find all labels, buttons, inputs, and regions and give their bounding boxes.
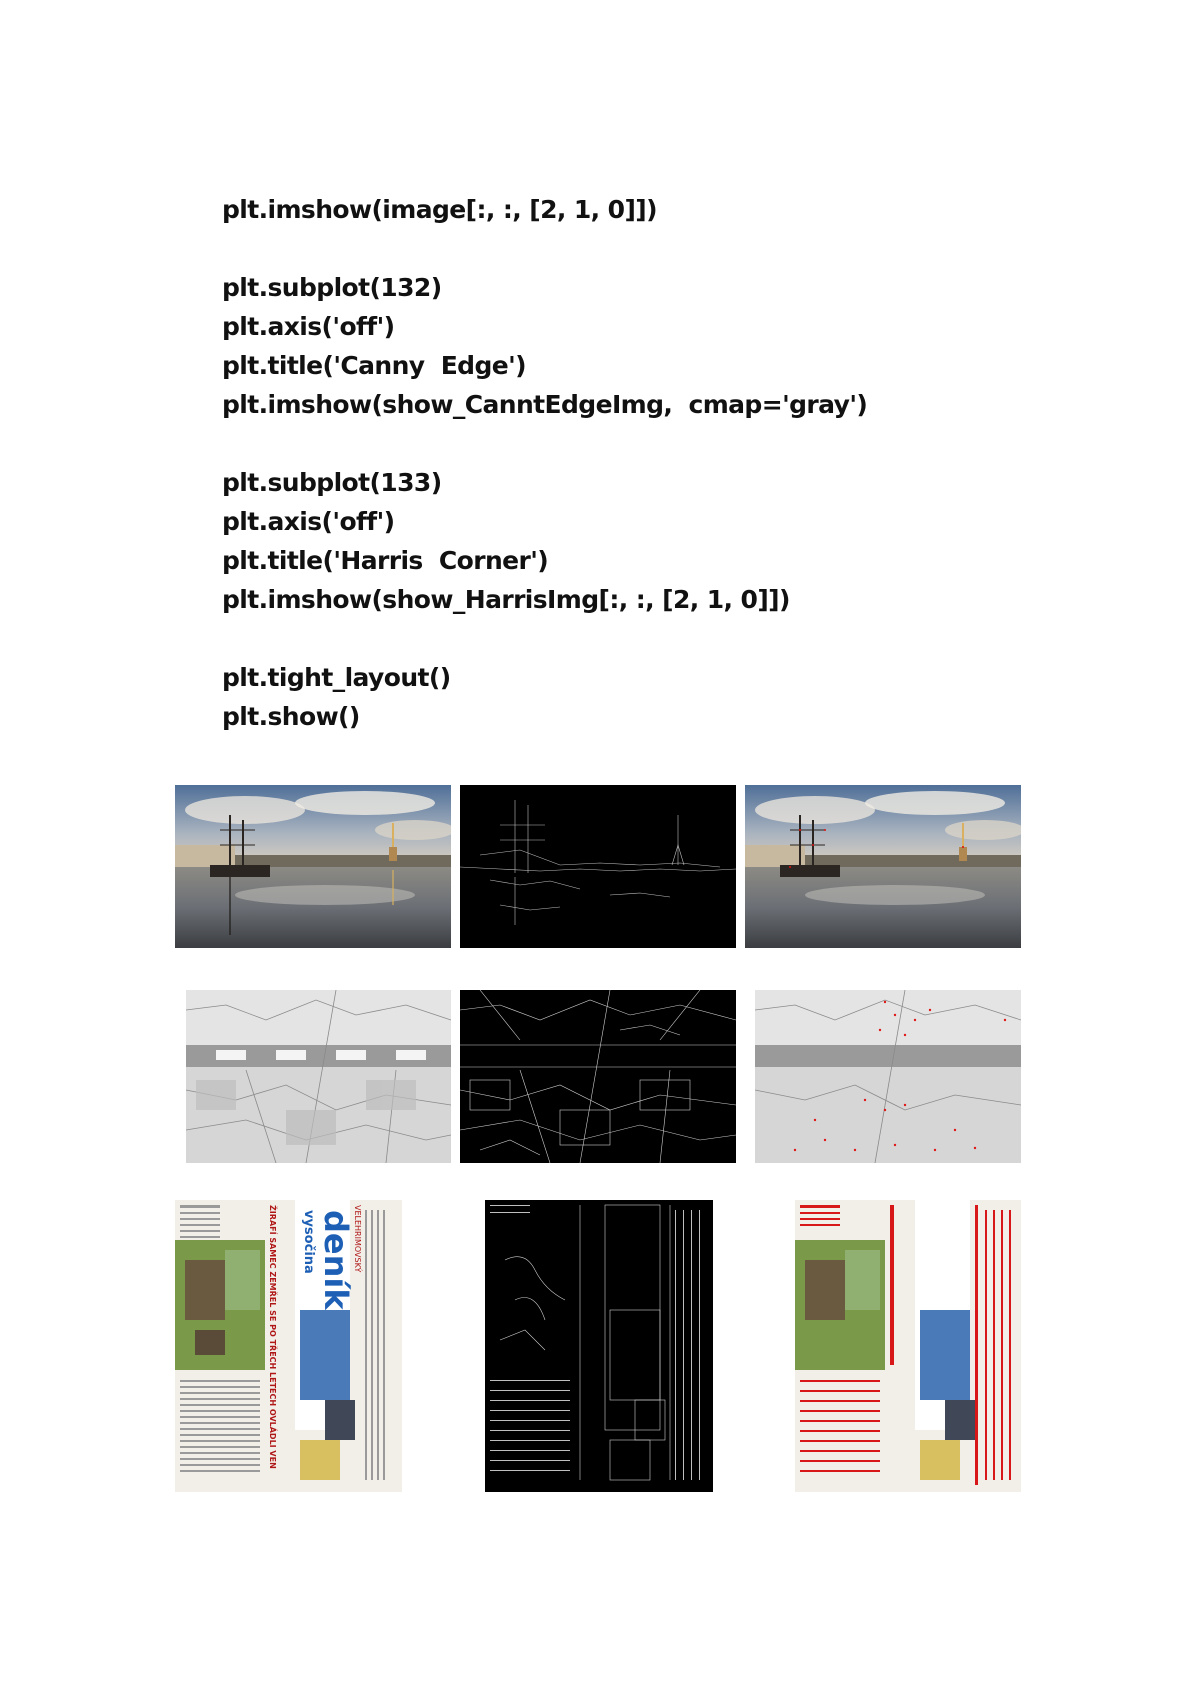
code-line: plt.axis('off')	[222, 507, 395, 536]
newspaper-top-line: VELEHRIMOVSKÝ	[353, 1205, 364, 1273]
code-line: plt.subplot(132)	[222, 273, 442, 302]
code-line: plt.imshow(show_HarrisImg[:, :, [2, 1, 0…	[222, 585, 790, 614]
map-original-image	[186, 990, 451, 1163]
harbor-canny-edge-image	[460, 785, 736, 948]
map-harris-corner-image	[755, 990, 1021, 1163]
newspaper-original-image: deník vysočina ŽIRAFÍ SAMEC ZEMŘEL SE PO…	[175, 1200, 402, 1492]
map-canny-edge-image	[460, 990, 736, 1163]
code-line: plt.subplot(133)	[222, 468, 442, 497]
harbor-original-image	[175, 785, 451, 948]
newspaper-region: vysočina	[301, 1210, 316, 1274]
code-snippet: plt.imshow(image[:, :, [2, 1, 0]]) plt.s…	[222, 190, 982, 736]
newspaper-harris-corner-image	[795, 1200, 1021, 1492]
code-line: plt.title('Harris Corner')	[222, 546, 549, 575]
code-line: plt.imshow(show_CanntEdgeImg, cmap='gray…	[222, 390, 868, 419]
code-line: plt.tight_layout()	[222, 663, 451, 692]
newspaper-headline: ŽIRAFÍ SAMEC ZEMŘEL SE PO TŘECH LETECH O…	[268, 1205, 279, 1469]
code-line: plt.show()	[222, 702, 360, 731]
harbor-harris-corner-image	[745, 785, 1021, 948]
newspaper-masthead: deník	[317, 1210, 355, 1310]
code-line: plt.imshow(image[:, :, [2, 1, 0]])	[222, 195, 658, 224]
code-line: plt.axis('off')	[222, 312, 395, 341]
newspaper-canny-edge-image	[485, 1200, 713, 1492]
code-line: plt.title('Canny Edge')	[222, 351, 527, 380]
